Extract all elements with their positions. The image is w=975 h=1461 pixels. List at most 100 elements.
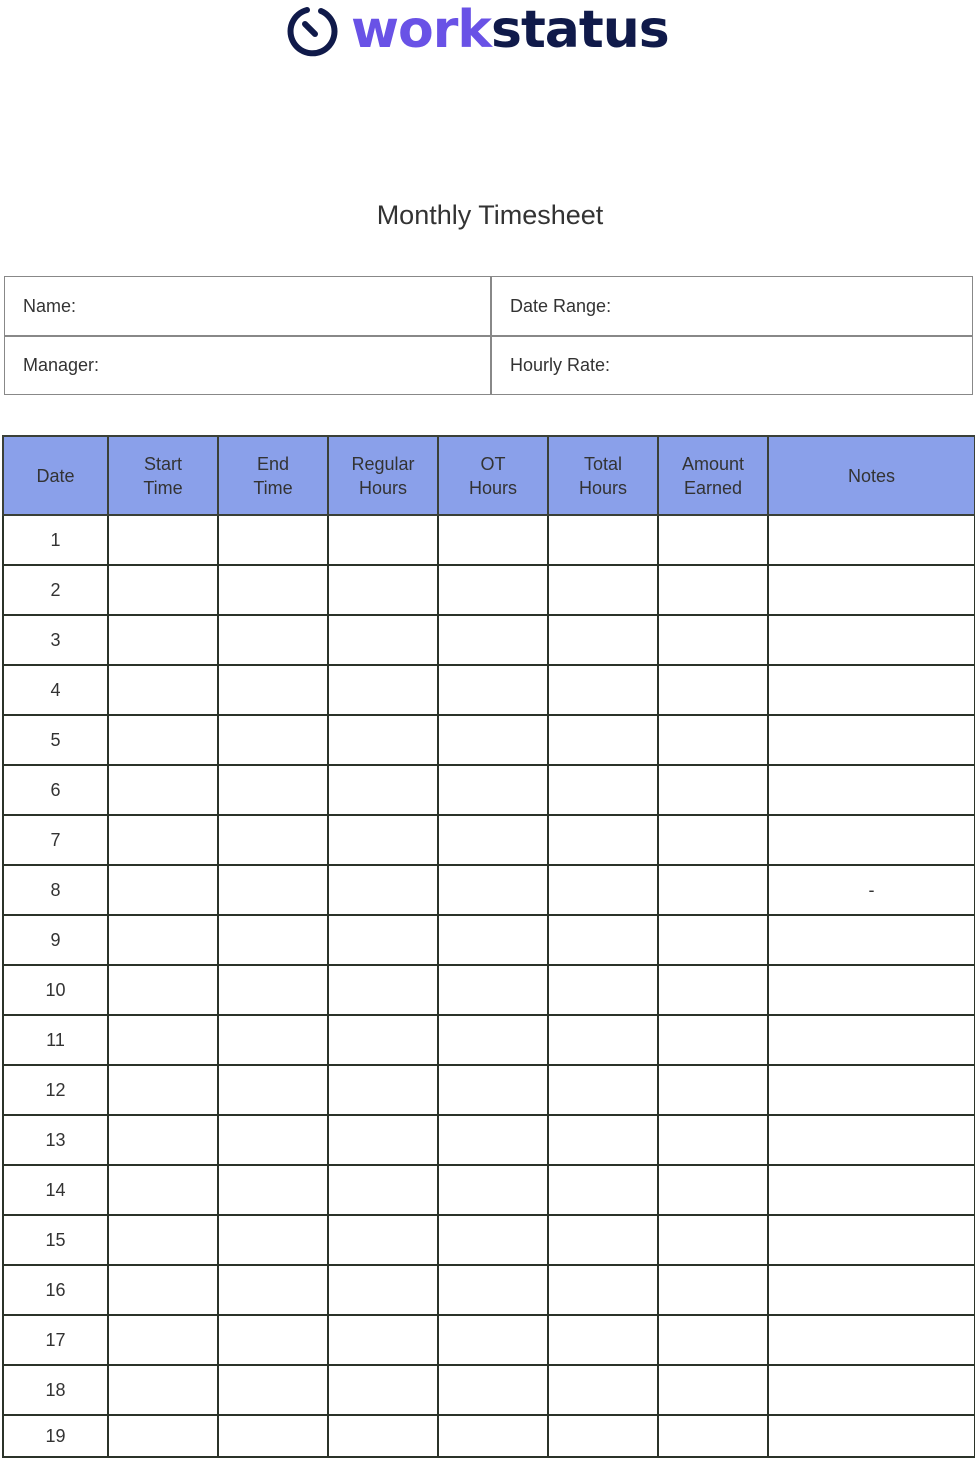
cell-total-hours[interactable] <box>547 714 659 766</box>
cell-amount-earned[interactable] <box>657 1314 769 1366</box>
cell-notes[interactable] <box>767 914 975 966</box>
cell-amount-earned[interactable] <box>657 564 769 616</box>
date-range-field[interactable]: Date Range: <box>492 277 972 335</box>
cell-notes[interactable] <box>767 1114 975 1166</box>
cell-notes[interactable] <box>767 964 975 1016</box>
cell-regular-hours[interactable] <box>327 564 439 616</box>
cell-amount-earned[interactable] <box>657 664 769 716</box>
cell-notes[interactable] <box>767 1364 975 1416</box>
cell-notes[interactable] <box>767 1014 975 1066</box>
cell-ot-hours[interactable] <box>437 614 549 666</box>
cell-start-time[interactable] <box>107 914 219 966</box>
cell-ot-hours[interactable] <box>437 764 549 816</box>
cell-amount-earned[interactable] <box>657 1014 769 1066</box>
cell-start-time[interactable] <box>107 1364 219 1416</box>
hourly-rate-field[interactable]: Hourly Rate: <box>492 337 972 394</box>
cell-end-time[interactable] <box>217 564 329 616</box>
cell-start-time[interactable] <box>107 1164 219 1216</box>
cell-regular-hours[interactable] <box>327 814 439 866</box>
cell-ot-hours[interactable] <box>437 814 549 866</box>
manager-field[interactable]: Manager: <box>5 337 490 394</box>
cell-amount-earned[interactable] <box>657 1214 769 1266</box>
cell-start-time[interactable] <box>107 1264 219 1316</box>
cell-regular-hours[interactable] <box>327 714 439 766</box>
cell-ot-hours[interactable] <box>437 1364 549 1416</box>
cell-ot-hours[interactable] <box>437 1264 549 1316</box>
cell-end-time[interactable] <box>217 514 329 566</box>
cell-start-time[interactable] <box>107 764 219 816</box>
cell-total-hours[interactable] <box>547 914 659 966</box>
cell-regular-hours[interactable] <box>327 1164 439 1216</box>
cell-end-time[interactable] <box>217 714 329 766</box>
cell-end-time[interactable] <box>217 614 329 666</box>
cell-ot-hours[interactable] <box>437 1064 549 1116</box>
cell-start-time[interactable] <box>107 964 219 1016</box>
cell-total-hours[interactable] <box>547 764 659 816</box>
cell-total-hours[interactable] <box>547 1164 659 1216</box>
cell-amount-earned[interactable] <box>657 864 769 916</box>
cell-regular-hours[interactable] <box>327 1414 439 1458</box>
cell-amount-earned[interactable] <box>657 764 769 816</box>
cell-end-time[interactable] <box>217 1364 329 1416</box>
cell-ot-hours[interactable] <box>437 1114 549 1166</box>
cell-end-time[interactable] <box>217 1214 329 1266</box>
cell-notes[interactable] <box>767 564 975 616</box>
cell-end-time[interactable] <box>217 1264 329 1316</box>
cell-amount-earned[interactable] <box>657 514 769 566</box>
cell-ot-hours[interactable] <box>437 914 549 966</box>
cell-notes[interactable] <box>767 1314 975 1366</box>
cell-total-hours[interactable] <box>547 964 659 1016</box>
cell-amount-earned[interactable] <box>657 1364 769 1416</box>
cell-regular-hours[interactable] <box>327 1114 439 1166</box>
cell-ot-hours[interactable] <box>437 714 549 766</box>
cell-end-time[interactable] <box>217 1414 329 1458</box>
cell-total-hours[interactable] <box>547 1064 659 1116</box>
cell-amount-earned[interactable] <box>657 1064 769 1116</box>
cell-notes[interactable] <box>767 514 975 566</box>
cell-regular-hours[interactable] <box>327 1364 439 1416</box>
cell-start-time[interactable] <box>107 514 219 566</box>
cell-amount-earned[interactable] <box>657 1164 769 1216</box>
cell-total-hours[interactable] <box>547 1214 659 1266</box>
cell-ot-hours[interactable] <box>437 1214 549 1266</box>
cell-ot-hours[interactable] <box>437 1314 549 1366</box>
cell-ot-hours[interactable] <box>437 1414 549 1458</box>
cell-amount-earned[interactable] <box>657 714 769 766</box>
cell-notes[interactable] <box>767 1264 975 1316</box>
cell-regular-hours[interactable] <box>327 664 439 716</box>
name-field[interactable]: Name: <box>5 277 490 335</box>
cell-total-hours[interactable] <box>547 814 659 866</box>
cell-total-hours[interactable] <box>547 864 659 916</box>
cell-end-time[interactable] <box>217 1114 329 1166</box>
cell-end-time[interactable] <box>217 814 329 866</box>
cell-start-time[interactable] <box>107 1414 219 1458</box>
cell-start-time[interactable] <box>107 1014 219 1066</box>
cell-regular-hours[interactable] <box>327 914 439 966</box>
cell-end-time[interactable] <box>217 764 329 816</box>
cell-ot-hours[interactable] <box>437 964 549 1016</box>
cell-start-time[interactable] <box>107 864 219 916</box>
cell-notes[interactable]: - <box>767 864 975 916</box>
cell-end-time[interactable] <box>217 1064 329 1116</box>
cell-notes[interactable] <box>767 764 975 816</box>
cell-total-hours[interactable] <box>547 1364 659 1416</box>
cell-ot-hours[interactable] <box>437 564 549 616</box>
cell-notes[interactable] <box>767 1414 975 1458</box>
cell-amount-earned[interactable] <box>657 964 769 1016</box>
cell-amount-earned[interactable] <box>657 614 769 666</box>
cell-start-time[interactable] <box>107 1114 219 1166</box>
cell-end-time[interactable] <box>217 1014 329 1066</box>
cell-amount-earned[interactable] <box>657 1114 769 1166</box>
cell-regular-hours[interactable] <box>327 514 439 566</box>
cell-end-time[interactable] <box>217 1164 329 1216</box>
cell-ot-hours[interactable] <box>437 1014 549 1066</box>
cell-start-time[interactable] <box>107 614 219 666</box>
cell-notes[interactable] <box>767 614 975 666</box>
cell-regular-hours[interactable] <box>327 1314 439 1366</box>
cell-end-time[interactable] <box>217 914 329 966</box>
cell-notes[interactable] <box>767 664 975 716</box>
cell-start-time[interactable] <box>107 564 219 616</box>
cell-total-hours[interactable] <box>547 614 659 666</box>
cell-total-hours[interactable] <box>547 1414 659 1458</box>
cell-total-hours[interactable] <box>547 514 659 566</box>
